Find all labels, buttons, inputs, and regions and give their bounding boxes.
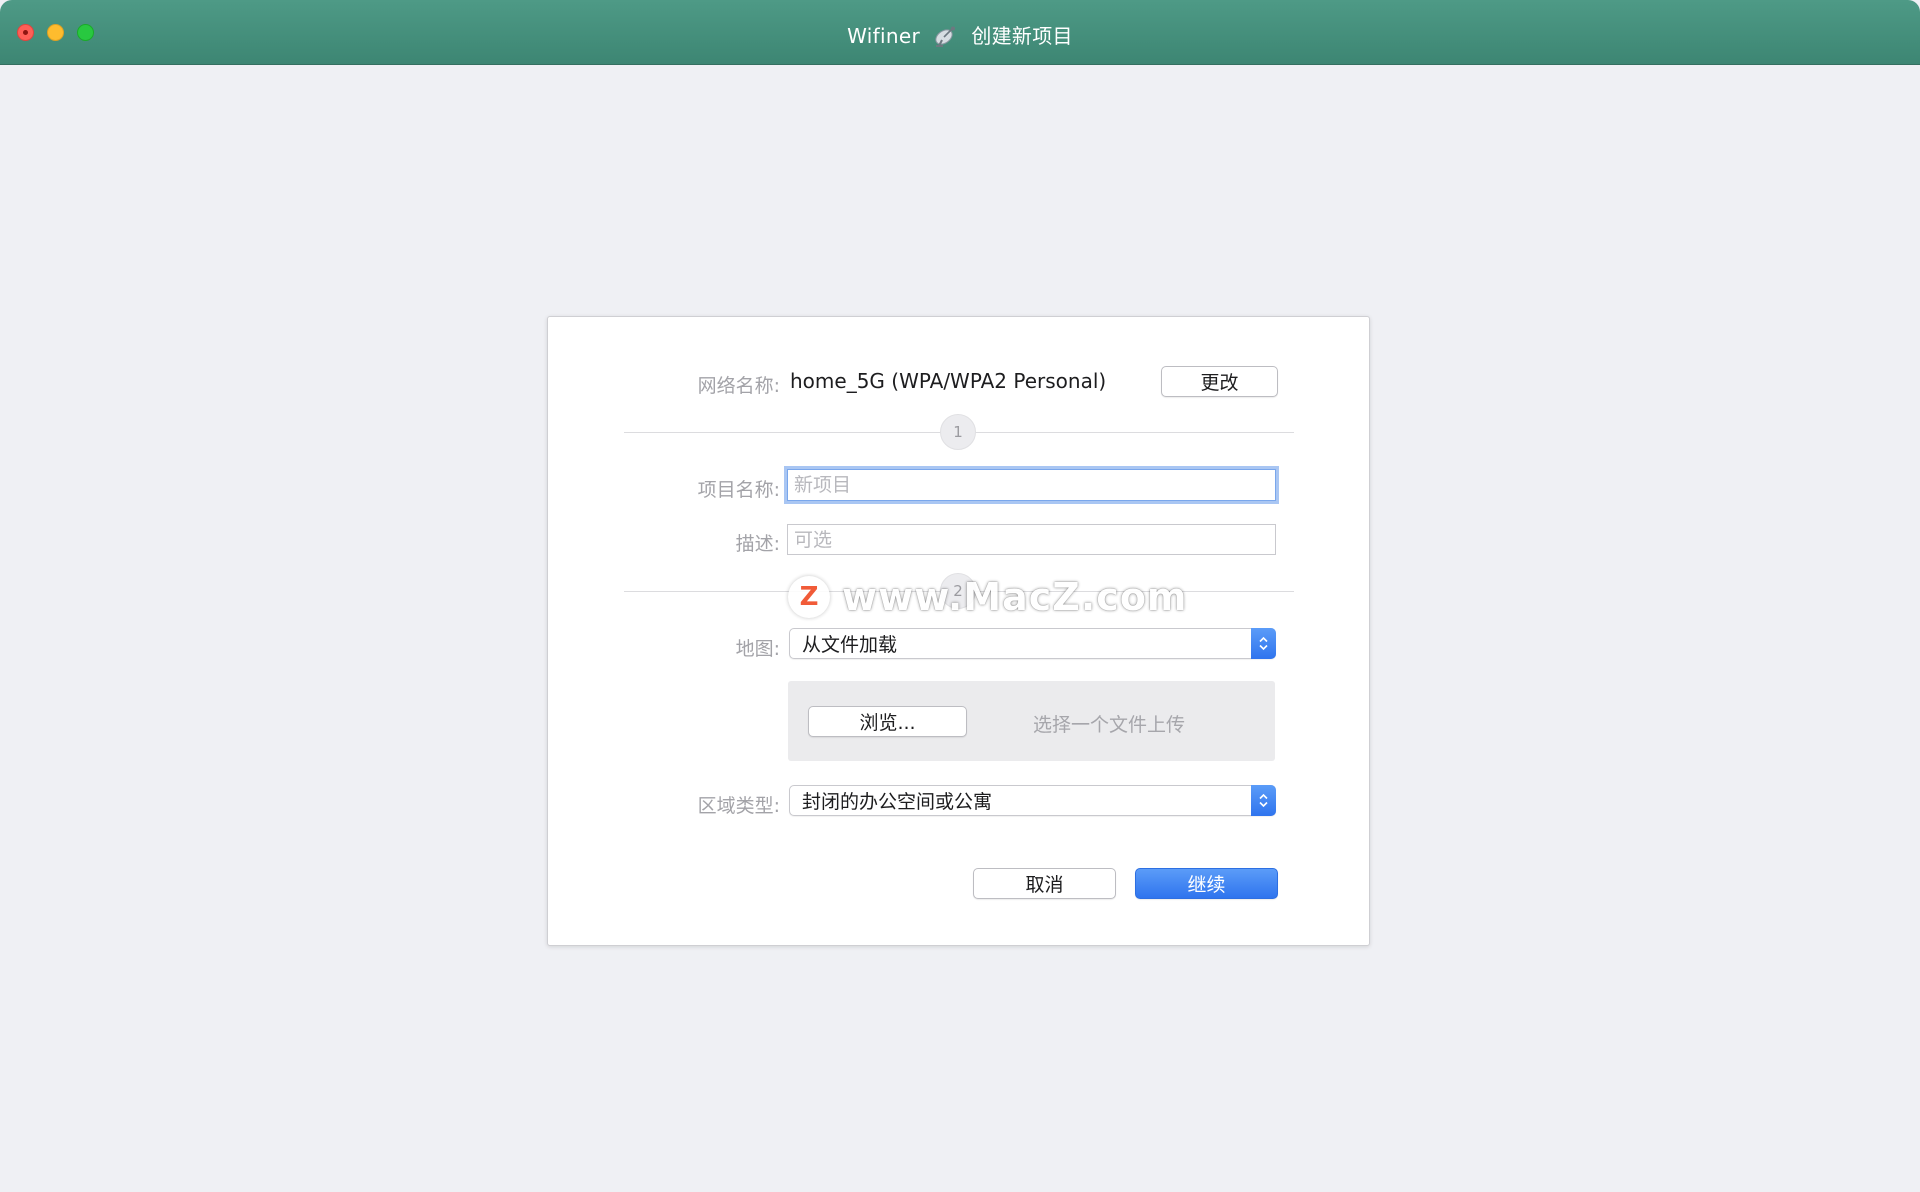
- network-name-value: home_5G (WPA/WPA2 Personal): [790, 369, 1107, 393]
- project-name-label: 项目名称:: [697, 479, 780, 501]
- create-project-dialog: 网络名称: home_5G (WPA/WPA2 Personal) 更改 1 项…: [547, 316, 1370, 946]
- description-input[interactable]: [787, 524, 1276, 555]
- area-type-label: 区域类型:: [697, 795, 780, 817]
- file-upload-panel: 浏览... 选择一个文件上传: [788, 681, 1275, 761]
- map-label: 地图:: [735, 638, 780, 660]
- network-name-label: 网络名称:: [697, 375, 780, 397]
- app-name: Wifiner: [847, 24, 920, 48]
- cancel-button[interactable]: 取消: [973, 868, 1116, 899]
- file-upload-hint: 选择一个文件上传: [1033, 714, 1186, 736]
- continue-button[interactable]: 继续: [1135, 868, 1278, 899]
- browse-button[interactable]: 浏览...: [808, 706, 967, 737]
- map-source-selected: 从文件加载: [802, 634, 898, 656]
- area-type-selected: 封闭的办公空间或公寓: [802, 791, 993, 813]
- map-source-select[interactable]: 从文件加载: [789, 628, 1276, 659]
- window-title: Wifiner 创建新项目: [0, 20, 1920, 49]
- change-network-button[interactable]: 更改: [1161, 366, 1278, 397]
- description-label: 描述:: [735, 533, 780, 555]
- area-type-select[interactable]: 封闭的办公空间或公寓: [789, 785, 1276, 816]
- watermark-logo: Z: [788, 576, 830, 618]
- watermark: Z www.MacZ.com: [788, 574, 1188, 620]
- satellite-dish-icon: [935, 26, 955, 47]
- select-arrows-icon: [1251, 628, 1276, 659]
- window-title-text: 创建新项目: [971, 24, 1073, 48]
- project-name-input[interactable]: [787, 469, 1276, 501]
- window-titlebar: Wifiner 创建新项目: [0, 0, 1920, 65]
- step-1-indicator: 1: [940, 414, 976, 450]
- select-arrows-icon: [1251, 785, 1276, 816]
- watermark-text: www.MacZ.com: [842, 575, 1188, 619]
